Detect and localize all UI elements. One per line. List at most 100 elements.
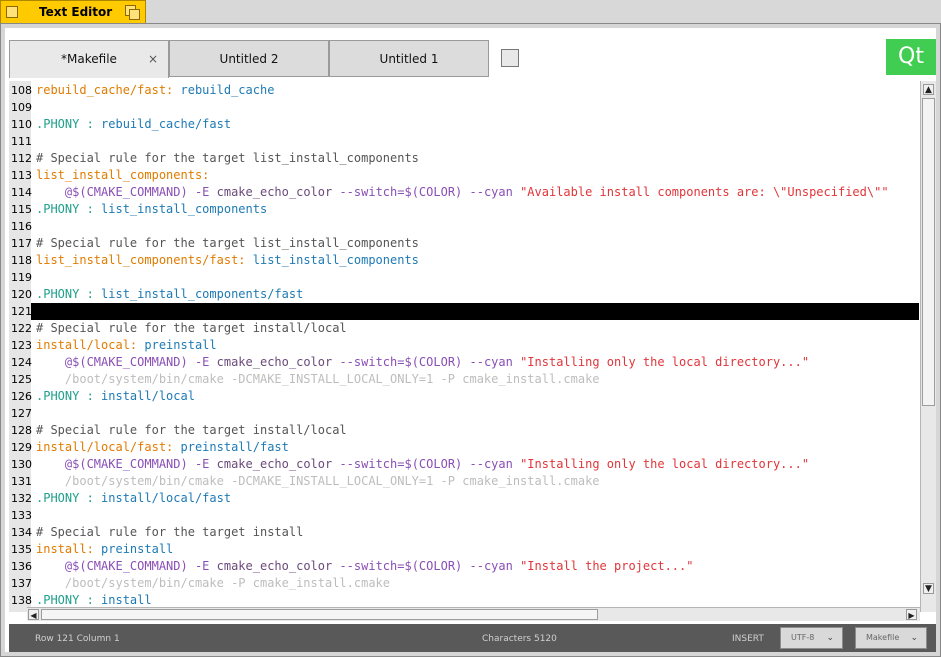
line-number: 131: [11, 475, 32, 488]
line-number: 114: [11, 186, 32, 199]
chevron-down-icon: ⌄: [826, 633, 834, 643]
vertical-scrollbar[interactable]: ▲ ▼: [920, 81, 936, 612]
line-text: .PHONY : install/local: [36, 388, 195, 405]
token: rebuild_cache/fast: [93, 117, 232, 131]
code-line[interactable]: 115 .PHONY : list_install_components: [9, 201, 919, 218]
window-title-tab[interactable]: Text Editor: [0, 0, 146, 24]
code-line[interactable]: 137 /boot/system/bin/cmake -P cmake_inst…: [9, 575, 919, 592]
code-line[interactable]: 116: [9, 218, 919, 235]
code-line[interactable]: 135 install: preinstall: [9, 541, 919, 558]
encoding-value: UTF-8: [791, 633, 815, 642]
line-text: # Special rule for the target install: [36, 524, 303, 541]
line-text: # Special rule for the target install/lo…: [36, 320, 347, 337]
scroll-left-icon[interactable]: ◀: [28, 609, 39, 620]
scroll-up-icon[interactable]: ▲: [923, 84, 934, 95]
token: .PHONY :: [36, 202, 94, 216]
code-line[interactable]: 132 .PHONY : install/local/fast: [9, 490, 919, 507]
code-line[interactable]: 119: [9, 269, 919, 286]
code-line[interactable]: 117 # Special rule for the target list_in…: [9, 235, 919, 252]
vertical-scroll-thumb[interactable]: [922, 98, 935, 406]
tab-close-icon[interactable]: ×: [148, 41, 158, 78]
tab-untitled-1[interactable]: Untitled 1: [329, 40, 489, 77]
code-line[interactable]: 133: [9, 507, 919, 524]
tab-label: Untitled 2: [219, 52, 279, 66]
token: # Special rule for the target install/lo…: [36, 423, 347, 437]
token: # Special rule for the target install: [36, 525, 304, 539]
window-close-button[interactable]: [6, 6, 18, 18]
token: .PHONY :: [36, 593, 94, 607]
line-number: 137: [11, 577, 32, 590]
code-line[interactable]: 131 /boot/system/bin/cmake -DCMAKE_INSTA…: [9, 473, 919, 490]
token: # Special rule for the target list_insta…: [36, 151, 419, 165]
code-line[interactable]: 125 /boot/system/bin/cmake -DCMAKE_INSTA…: [9, 371, 919, 388]
token: $(COLOR): [404, 559, 463, 573]
token: # Special rule for the target install/lo…: [36, 321, 347, 335]
code-line[interactable]: 118 list_install_components/fast: list_in…: [9, 252, 919, 269]
chevron-down-icon: ⌄: [910, 633, 918, 643]
scroll-right-icon[interactable]: ▶: [906, 609, 917, 620]
code-line[interactable]: 112 # Special rule for the target list_in…: [9, 150, 919, 167]
new-tab-button[interactable]: [501, 49, 519, 67]
tab-makefile[interactable]: *Makefile ×: [9, 40, 169, 78]
code-line[interactable]: 136 @$(CMAKE_COMMAND) -E cmake_echo_colo…: [9, 558, 919, 575]
language-dropdown[interactable]: Makefile ⌄: [855, 627, 927, 649]
code-line[interactable]: 124 @$(CMAKE_COMMAND) -E cmake_echo_colo…: [9, 354, 919, 371]
token: install/local/fast:: [36, 440, 174, 454]
line-number: 121: [11, 305, 32, 318]
token: $(COLOR): [404, 355, 463, 369]
line-number: 113: [11, 169, 32, 182]
code-line[interactable]: 122 # Special rule for the target install…: [9, 320, 919, 337]
line-text: # Special rule for the target list_insta…: [36, 150, 419, 167]
window-zoom-button[interactable]: [125, 5, 140, 20]
code-line[interactable]: 134 # Special rule for the target install: [9, 524, 919, 541]
tab-untitled-2[interactable]: Untitled 2: [169, 40, 329, 77]
tab-label: Untitled 1: [379, 52, 439, 66]
line-text: rebuild_cache/fast: rebuild_cache: [36, 82, 274, 99]
code-line[interactable]: 129 install/local/fast: preinstall/fast: [9, 439, 919, 456]
token: cmake_echo_color: [209, 559, 333, 573]
line-number: 119: [11, 271, 32, 284]
encoding-dropdown[interactable]: UTF-8 ⌄: [780, 627, 843, 649]
line-number: 126: [11, 390, 32, 403]
scroll-down-icon[interactable]: ▼: [923, 583, 934, 594]
code-line[interactable]: 111: [9, 133, 919, 150]
token: -E: [187, 355, 210, 369]
code-line[interactable]: 114 @$(CMAKE_COMMAND) -E cmake_echo_colo…: [9, 184, 919, 201]
line-number: 134: [11, 526, 32, 539]
cursor-position: Row 121 Column 1: [35, 634, 120, 644]
token: $(COLOR): [404, 185, 463, 199]
code-line[interactable]: 108 rebuild_cache/fast: rebuild_cache: [9, 82, 919, 99]
code-line[interactable]: 128 # Special rule for the target install…: [9, 422, 919, 439]
line-text: @$(CMAKE_COMMAND) -E cmake_echo_color --…: [36, 456, 809, 473]
line-number: 117: [11, 237, 32, 250]
code-line[interactable]: 123 install/local: preinstall: [9, 337, 919, 354]
code-line[interactable]: 127: [9, 405, 919, 422]
token: @$(CMAKE_COMMAND): [36, 185, 188, 199]
line-text: /boot/system/bin/cmake -P cmake_install.…: [36, 575, 390, 592]
code-line[interactable]: 110 .PHONY : rebuild_cache/fast: [9, 116, 919, 133]
token: --cyan: [462, 559, 513, 573]
line-number: 115: [11, 203, 32, 216]
window-title: Text Editor: [39, 5, 113, 19]
code-line[interactable]: 126 .PHONY : install/local: [9, 388, 919, 405]
token: list_install_components/fast:: [36, 253, 246, 267]
token: @$(CMAKE_COMMAND): [36, 355, 188, 369]
line-number: 130: [11, 458, 32, 471]
token: @$(CMAKE_COMMAND): [36, 457, 188, 471]
token: "Installing only the local directory...": [512, 355, 810, 369]
token: list_install_components: [93, 202, 268, 216]
line-number: 135: [11, 543, 32, 556]
code-line[interactable]: 120 .PHONY : list_install_components/fast: [9, 286, 919, 303]
line-number: 112: [11, 152, 32, 165]
line-number: 120: [11, 288, 32, 301]
code-line[interactable]: 109: [9, 99, 919, 116]
horizontal-scroll-thumb[interactable]: [41, 609, 598, 620]
code-line[interactable]: 113 list_install_components:: [9, 167, 919, 184]
line-text: # Special rule for the target install/lo…: [36, 422, 347, 439]
code-editor[interactable]: 108 rebuild_cache/fast: rebuild_cache 109 1…: [9, 81, 936, 612]
current-line[interactable]: 121: [9, 303, 919, 320]
token: /boot/system/bin/cmake -DCMAKE_INSTALL_L…: [36, 474, 600, 488]
token: /boot/system/bin/cmake -P cmake_install.…: [36, 576, 391, 590]
code-line[interactable]: 130 @$(CMAKE_COMMAND) -E cmake_echo_colo…: [9, 456, 919, 473]
horizontal-scrollbar[interactable]: ◀ ▶: [27, 607, 920, 621]
